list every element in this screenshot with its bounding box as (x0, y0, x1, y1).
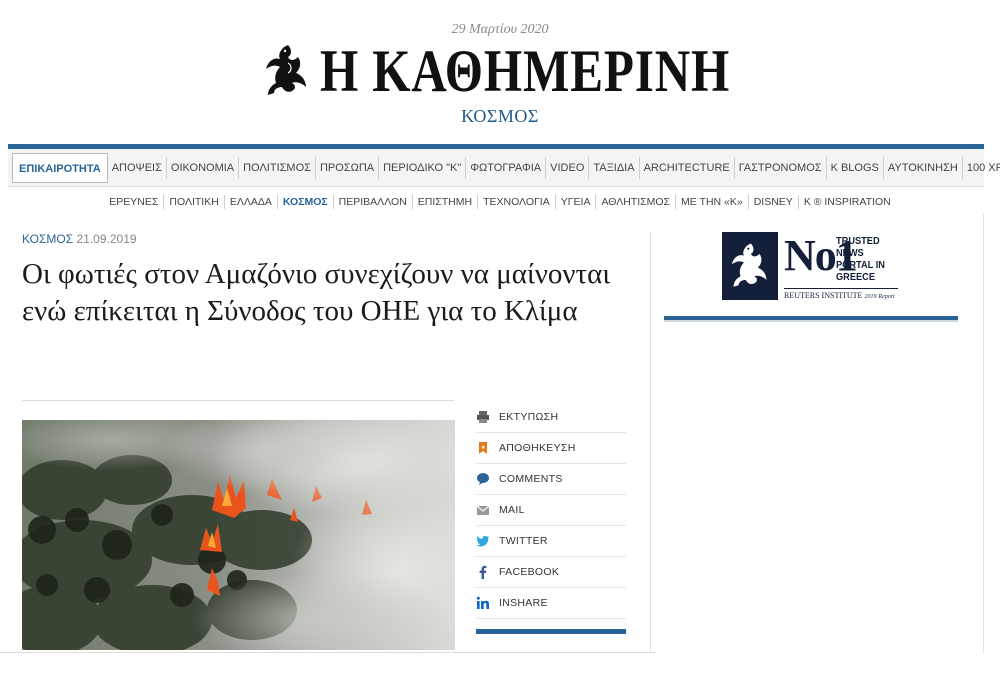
main-nav-item[interactable]: ΤΑΞΙΔΙΑ (589, 156, 640, 179)
main-nav-item[interactable]: ΦΩΤΟΓΡΑΦΙΑ (466, 156, 547, 179)
content-bottom-edge (0, 652, 656, 653)
sub-nav-item[interactable]: ΚΟΣΜΟΣ (278, 195, 334, 209)
article-category[interactable]: ΚΟΣΜΟΣ (22, 232, 73, 246)
sub-nav-item[interactable]: ΜΕ ΤΗΝ «Κ» (676, 195, 749, 209)
griffin-icon (266, 45, 306, 95)
main-nav-item[interactable]: ΑΥΤΟΚΙΝΗΣΗ (884, 156, 963, 179)
section-title: ΚΟΣΜΟΣ (461, 106, 539, 126)
article-header: ΚΟΣΜΟΣ 21.09.2019 Οι φωτιές στον Αμαζόνι… (22, 232, 632, 330)
share-label: FACEBOOK (499, 566, 560, 578)
main-nav-item[interactable]: K BLOGS (827, 156, 884, 179)
twitter-button[interactable]: TWITTER (476, 526, 626, 557)
sub-nav-item[interactable]: K ® INSPIRATION (799, 195, 896, 209)
sidebar-separator (650, 232, 651, 652)
main-nav: ΕΠΙΚΑΙΡΟΤΗΤΑ ΑΠΟΨΕΙΣ ΟΙΚΟΝΟΜΙΑ ΠΟΛΙΤΙΣΜΟ… (8, 149, 1000, 187)
share-tools: ΕΚΤΥΠΩΣΗ ΑΠΟΘΗΚΕΥΣΗ COMMENTS MAIL TWITTE… (476, 402, 626, 634)
share-label: COMMENTS (499, 473, 563, 485)
badge-text: No1 TRUSTED NEWS PORTAL IN GREECE REUTER… (784, 232, 898, 300)
main-nav-item[interactable]: 100 ΧΡΟΝΙΑ "Κ" (963, 157, 1000, 179)
sub-nav-item[interactable]: ΤΕΧΝΟΛΟΓΙΑ (478, 195, 556, 209)
badge-trusted: TRUSTED NEWS PORTAL IN GREECE (836, 235, 885, 283)
share-label: MAIL (499, 504, 525, 516)
sidebar-divider-shadow (664, 320, 958, 322)
masthead: 29 Μαρτίου 2020 Η ΚΑΘΗΜΕΡΙΝΗ ΚΟΣΜΟΣ (0, 0, 1000, 140)
mail-button[interactable]: MAIL (476, 495, 626, 526)
main-nav-item[interactable]: ΟΙΚΟΝΟΜΙΑ (167, 156, 240, 179)
main-nav-item[interactable]: ΠΟΛΙΤΙΣΜΟΣ (239, 156, 316, 179)
sub-nav-item[interactable]: ΕΠΙΣΤΗΜΗ (413, 195, 479, 209)
site-logo[interactable]: Η ΚΑΘΗΜΕΡΙΝΗ (262, 40, 820, 102)
badge-year: 2019 (864, 294, 877, 300)
sub-nav-item[interactable]: ΕΡΕΥΝΕΣ (104, 195, 165, 209)
print-icon (476, 410, 490, 424)
masthead-date: 29 Μαρτίου 2020 (451, 22, 549, 37)
linkedin-icon (476, 596, 490, 610)
article-headline: Οι φωτιές στον Αμαζόνιο συνεχίζουν να μα… (22, 258, 611, 327)
main-nav-item[interactable]: ΓΑΣΤΡΟΝΟΜΟΣ (735, 156, 827, 179)
main-nav-item[interactable]: ARCHITECTURE (640, 156, 735, 179)
badge-reuters-label: REUTERS INSTITUTE (784, 291, 863, 300)
brand-name: Η ΚΑΘΗΜΕΡΙΝΗ (320, 38, 731, 104)
sub-nav-item[interactable]: ΥΓΕΙΑ (556, 195, 597, 209)
share-label: ΕΚΤΥΠΩΣΗ (499, 411, 559, 423)
share-label: INSHARE (499, 597, 548, 609)
twitter-icon (476, 534, 490, 548)
inshare-button[interactable]: INSHARE (476, 588, 626, 619)
main-nav-item[interactable]: ΠΕΡΙΟΔΙΚΟ "Κ" (379, 156, 467, 179)
sub-nav-item[interactable]: ΕΛΛΑΔΑ (225, 195, 278, 209)
bookmark-icon (476, 441, 490, 455)
trusted-portal-badge[interactable]: No1 TRUSTED NEWS PORTAL IN GREECE REUTER… (722, 232, 898, 300)
badge-reuters: REUTERS INSTITUTE 2019 Report (784, 288, 898, 300)
share-label: TWITTER (499, 535, 548, 547)
griffin-icon (722, 232, 778, 300)
print-button[interactable]: ΕΚΤΥΠΩΣΗ (476, 402, 626, 433)
comment-icon (476, 472, 490, 486)
sub-nav-item[interactable]: ΠΟΛΙΤΙΚΗ (164, 195, 225, 209)
main-nav-item[interactable]: ΕΠΙΚΑΙΡΟΤΗΤΑ (12, 152, 108, 183)
save-button[interactable]: ΑΠΟΘΗΚΕΥΣΗ (476, 433, 626, 464)
article-photo[interactable] (22, 420, 455, 650)
main-nav-item[interactable]: VIDEO (546, 156, 590, 179)
main-nav-item[interactable]: ΠΡΟΣΩΠΑ (316, 156, 380, 179)
sub-nav-item[interactable]: DISNEY (749, 195, 799, 209)
divider (22, 400, 454, 401)
facebook-button[interactable]: FACEBOOK (476, 557, 626, 588)
sub-nav: ΕΡΕΥΝΕΣ ΠΟΛΙΤΙΚΗ ΕΛΛΑΔΑ ΚΟΣΜΟΣ ΠΕΡΙΒΑΛΛΟ… (0, 191, 1000, 213)
article-date: 21.09.2019 (76, 232, 137, 246)
badge-report: Report (878, 294, 895, 300)
facebook-icon (476, 565, 490, 579)
main-nav-item[interactable]: ΑΠΟΨΕΙΣ (108, 156, 167, 179)
sub-nav-item[interactable]: ΑΘΛΗΤΙΣΜΟΣ (596, 195, 677, 209)
forest-fire-photo (22, 420, 455, 650)
mail-icon (476, 503, 490, 517)
sub-nav-item[interactable]: ΠΕΡΙΒΑΛΛΟΝ (334, 195, 413, 209)
share-bottom-bar (476, 629, 626, 634)
share-label: ΑΠΟΘΗΚΕΥΣΗ (499, 442, 576, 454)
article-meta: ΚΟΣΜΟΣ 21.09.2019 (22, 232, 632, 246)
comments-button[interactable]: COMMENTS (476, 464, 626, 495)
